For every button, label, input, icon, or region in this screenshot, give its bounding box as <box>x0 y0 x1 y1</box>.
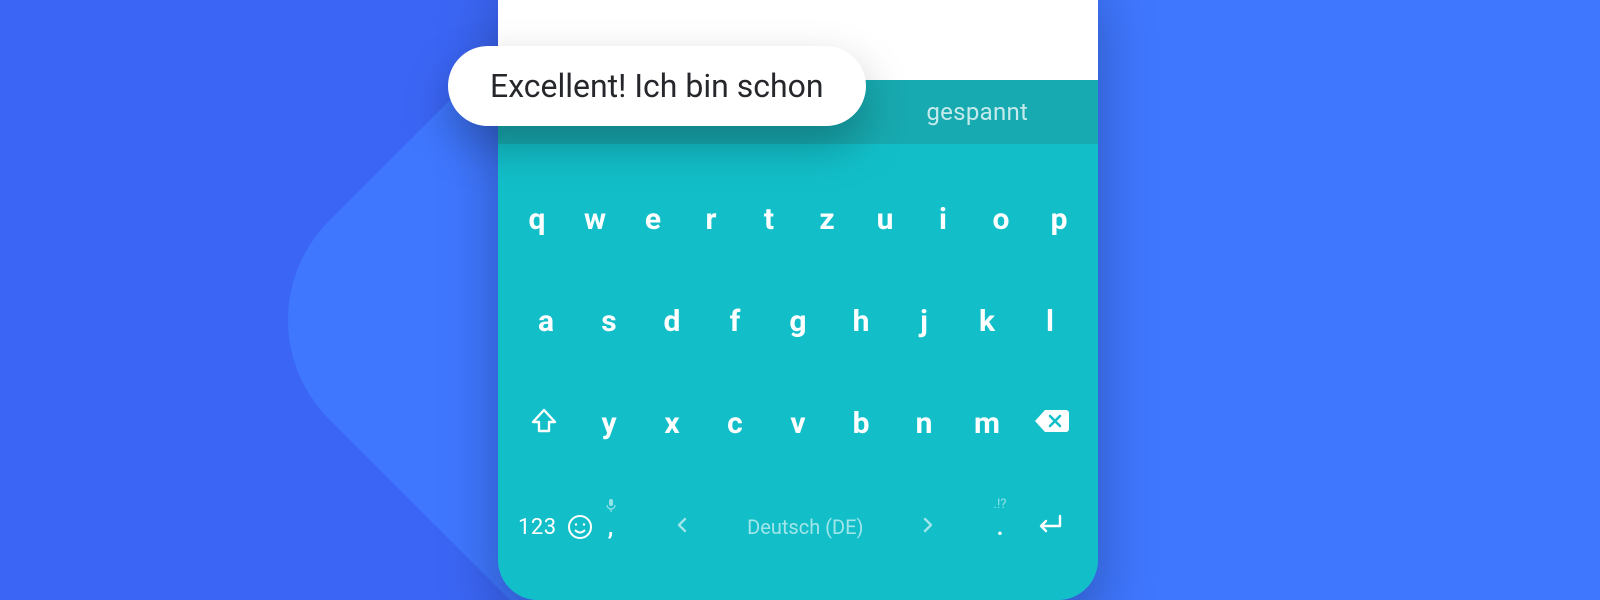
period-key[interactable]: .!? . <box>982 513 1018 541</box>
key-q[interactable]: q <box>508 186 566 252</box>
key-row-1: q w e r t z u i o p <box>508 186 1088 252</box>
emoji-icon <box>567 525 593 544</box>
key-m[interactable]: m <box>956 390 1019 456</box>
stage: is unterwegs gespannt q w e r t z u i o … <box>0 0 1600 600</box>
spacebar[interactable]: Deutsch (DE) <box>629 515 982 539</box>
key-x[interactable]: x <box>641 390 704 456</box>
spacebar-language-label: Deutsch (DE) <box>715 515 895 539</box>
comma-key[interactable]: , <box>593 513 629 541</box>
key-p[interactable]: p <box>1030 186 1088 252</box>
key-h[interactable]: h <box>830 288 893 354</box>
shift-icon <box>529 406 559 440</box>
text-input-bubble[interactable]: Excellent! Ich bin schon <box>448 46 866 126</box>
key-o[interactable]: o <box>972 186 1030 252</box>
typed-text: Excellent! Ich bin schon <box>490 67 824 105</box>
enter-key[interactable] <box>1018 512 1088 542</box>
key-j[interactable]: j <box>893 288 956 354</box>
period-hint-label: .!? <box>982 497 1018 512</box>
numbers-key[interactable]: 123 <box>518 515 557 540</box>
key-y[interactable]: y <box>578 390 641 456</box>
key-s[interactable]: s <box>578 288 641 354</box>
backspace-icon <box>1034 408 1070 438</box>
key-z[interactable]: z <box>798 186 856 252</box>
backspace-key[interactable] <box>1022 390 1082 456</box>
suggestion-item[interactable]: gespannt <box>912 98 1042 126</box>
key-g[interactable]: g <box>767 288 830 354</box>
key-u[interactable]: u <box>856 186 914 252</box>
key-row-3: y x c v b n m <box>508 390 1088 456</box>
chevron-right-icon <box>921 515 935 539</box>
shift-key[interactable] <box>514 390 574 456</box>
key-w[interactable]: w <box>566 186 624 252</box>
key-b[interactable]: b <box>830 390 893 456</box>
key-f[interactable]: f <box>704 288 767 354</box>
key-k[interactable]: k <box>956 288 1019 354</box>
key-v[interactable]: v <box>767 390 830 456</box>
key-i[interactable]: i <box>914 186 972 252</box>
key-l[interactable]: l <box>1019 288 1082 354</box>
emoji-key[interactable] <box>567 514 593 540</box>
bottom-left-cluster: 123 <box>508 514 593 540</box>
chevron-left-icon <box>675 515 689 539</box>
key-r[interactable]: r <box>682 186 740 252</box>
key-n[interactable]: n <box>893 390 956 456</box>
key-a[interactable]: a <box>515 288 578 354</box>
software-keyboard: is unterwegs gespannt q w e r t z u i o … <box>498 80 1098 600</box>
comma-label: , <box>608 513 614 541</box>
mic-icon <box>593 497 629 512</box>
period-label: . <box>997 513 1004 541</box>
key-row-2: a s d f g h j k l <box>508 288 1088 354</box>
enter-icon <box>1034 512 1064 542</box>
key-e[interactable]: e <box>624 186 682 252</box>
key-row-4: 123 , <box>508 492 1088 562</box>
key-t[interactable]: t <box>740 186 798 252</box>
key-d[interactable]: d <box>641 288 704 354</box>
key-rows: q w e r t z u i o p a s d f g h <box>498 144 1098 600</box>
next-language-button[interactable] <box>921 515 935 539</box>
prev-language-button[interactable] <box>675 515 689 539</box>
key-c[interactable]: c <box>704 390 767 456</box>
